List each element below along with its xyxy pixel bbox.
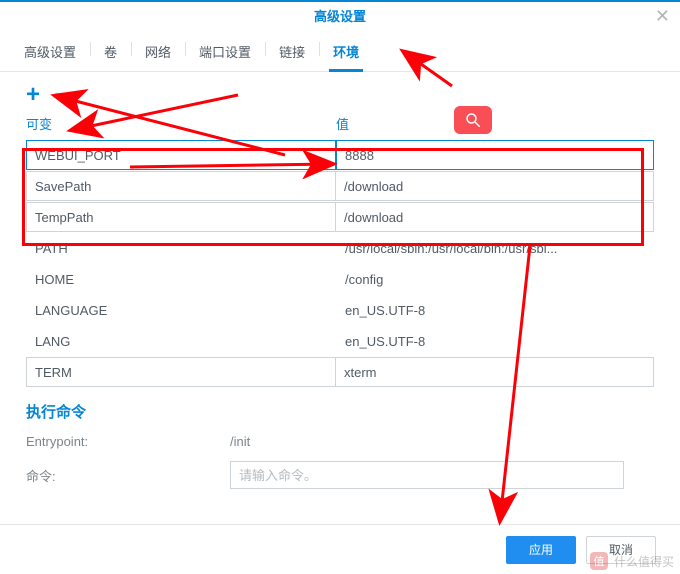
env-name-cell[interactable]: LANG — [26, 326, 336, 356]
add-var-button[interactable]: + — [26, 85, 40, 105]
exec-command-heading: 执行命令 — [0, 387, 680, 428]
env-name-cell[interactable]: LANGUAGE — [26, 295, 336, 325]
env-name-cell[interactable]: SavePath — [26, 171, 336, 201]
tab-environment[interactable]: 环境 — [319, 36, 373, 71]
watermark-icon: 值 — [590, 552, 608, 570]
col-header-variable[interactable]: 可变 — [26, 114, 336, 133]
tab-bar: 高级设置 卷 网络 端口设置 链接 环境 — [0, 28, 680, 72]
env-name-cell[interactable]: TempPath — [26, 202, 336, 232]
dialog-footer: 应用 取消 — [0, 524, 680, 574]
env-value-cell[interactable]: xterm — [336, 357, 654, 387]
window-title: 高级设置 — [314, 6, 366, 25]
close-icon[interactable]: ✕ — [655, 6, 670, 27]
env-row[interactable]: TERM xterm — [26, 356, 654, 387]
env-column-header: 可变 值 — [0, 108, 680, 139]
env-name-cell[interactable]: WEBUI_PORT — [26, 140, 336, 170]
tab-network[interactable]: 网络 — [131, 36, 185, 71]
command-label: 命令: — [26, 466, 230, 485]
tab-port[interactable]: 端口设置 — [185, 36, 265, 71]
env-name-cell[interactable]: PATH — [26, 233, 336, 263]
env-value-input[interactable] — [345, 141, 645, 169]
apply-button[interactable]: 应用 — [506, 536, 576, 564]
env-toolbar: + − — [0, 72, 680, 108]
env-row[interactable]: SavePath /download — [26, 170, 654, 201]
command-input[interactable] — [230, 461, 624, 489]
title-bar: 高级设置 ✕ — [0, 0, 680, 28]
env-row[interactable]: LANG en_US.UTF-8 — [26, 325, 654, 356]
tab-advanced[interactable]: 高级设置 — [10, 36, 90, 71]
env-value-cell[interactable]: /download — [336, 202, 654, 232]
entrypoint-value: /init — [230, 434, 250, 449]
env-row[interactable]: HOME /config — [26, 263, 654, 294]
watermark: 值 什么值得买 — [590, 552, 674, 570]
env-row[interactable]: WEBUI_PORT — [26, 139, 654, 170]
env-list: WEBUI_PORT SavePath /download TempPath /… — [0, 139, 680, 387]
env-value-cell[interactable]: en_US.UTF-8 — [336, 326, 654, 356]
env-value-cell[interactable] — [336, 140, 654, 170]
env-row[interactable]: PATH /usr/local/sbin:/usr/local/bin:/usr… — [26, 232, 654, 263]
search-button[interactable] — [454, 106, 492, 134]
tab-links[interactable]: 链接 — [265, 36, 319, 71]
env-row[interactable]: LANGUAGE en_US.UTF-8 — [26, 294, 654, 325]
env-name-cell[interactable]: TERM — [26, 357, 336, 387]
env-name-cell[interactable]: HOME — [26, 264, 336, 294]
col-header-value[interactable]: 值 — [336, 114, 654, 133]
env-value-cell[interactable]: /download — [336, 171, 654, 201]
env-value-cell[interactable]: en_US.UTF-8 — [336, 295, 654, 325]
env-row[interactable]: TempPath /download — [26, 201, 654, 232]
entrypoint-label: Entrypoint: — [26, 434, 230, 449]
watermark-text: 什么值得买 — [614, 553, 674, 570]
tab-volume[interactable]: 卷 — [90, 36, 131, 71]
command-row: 命令: — [0, 455, 680, 495]
search-icon — [464, 111, 482, 129]
env-value-cell[interactable]: /config — [336, 264, 654, 294]
entrypoint-row: Entrypoint: /init — [0, 428, 680, 455]
remove-var-button[interactable]: − — [54, 85, 68, 105]
env-value-cell[interactable]: /usr/local/sbin:/usr/local/bin:/usr/sbi.… — [336, 233, 654, 263]
